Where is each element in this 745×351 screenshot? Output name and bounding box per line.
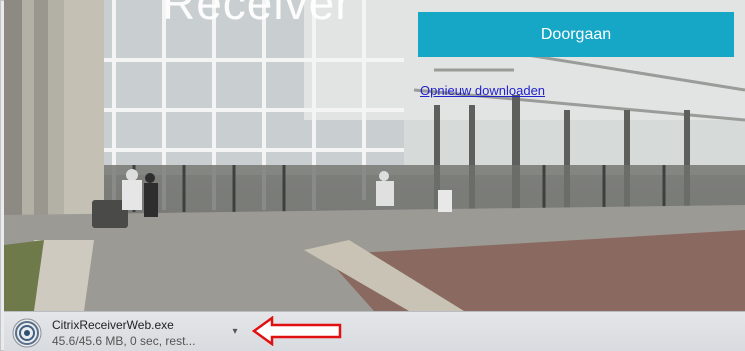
chevron-down-icon[interactable]: ▾ (228, 325, 242, 339)
download-status: 45.6/45.6 MB, 0 sec, rest... (52, 333, 196, 348)
left-arrow-icon (252, 316, 342, 346)
background-photo: Receiver Doorgaan Opnieuw downloaden (4, 0, 745, 311)
download-bar: CitrixReceiverWeb.exe 45.6/45.6 MB, 0 se… (4, 311, 745, 351)
download-item[interactable]: CitrixReceiverWeb.exe 45.6/45.6 MB, 0 se… (10, 315, 241, 350)
download-file-name: CitrixReceiverWeb.exe (52, 317, 174, 332)
citrix-receiver-icon (12, 318, 42, 347)
redownload-link[interactable]: Opnieuw downloaden (420, 83, 545, 98)
hero-title: Receiver (162, 0, 352, 29)
continue-button[interactable]: Doorgaan (418, 12, 734, 57)
